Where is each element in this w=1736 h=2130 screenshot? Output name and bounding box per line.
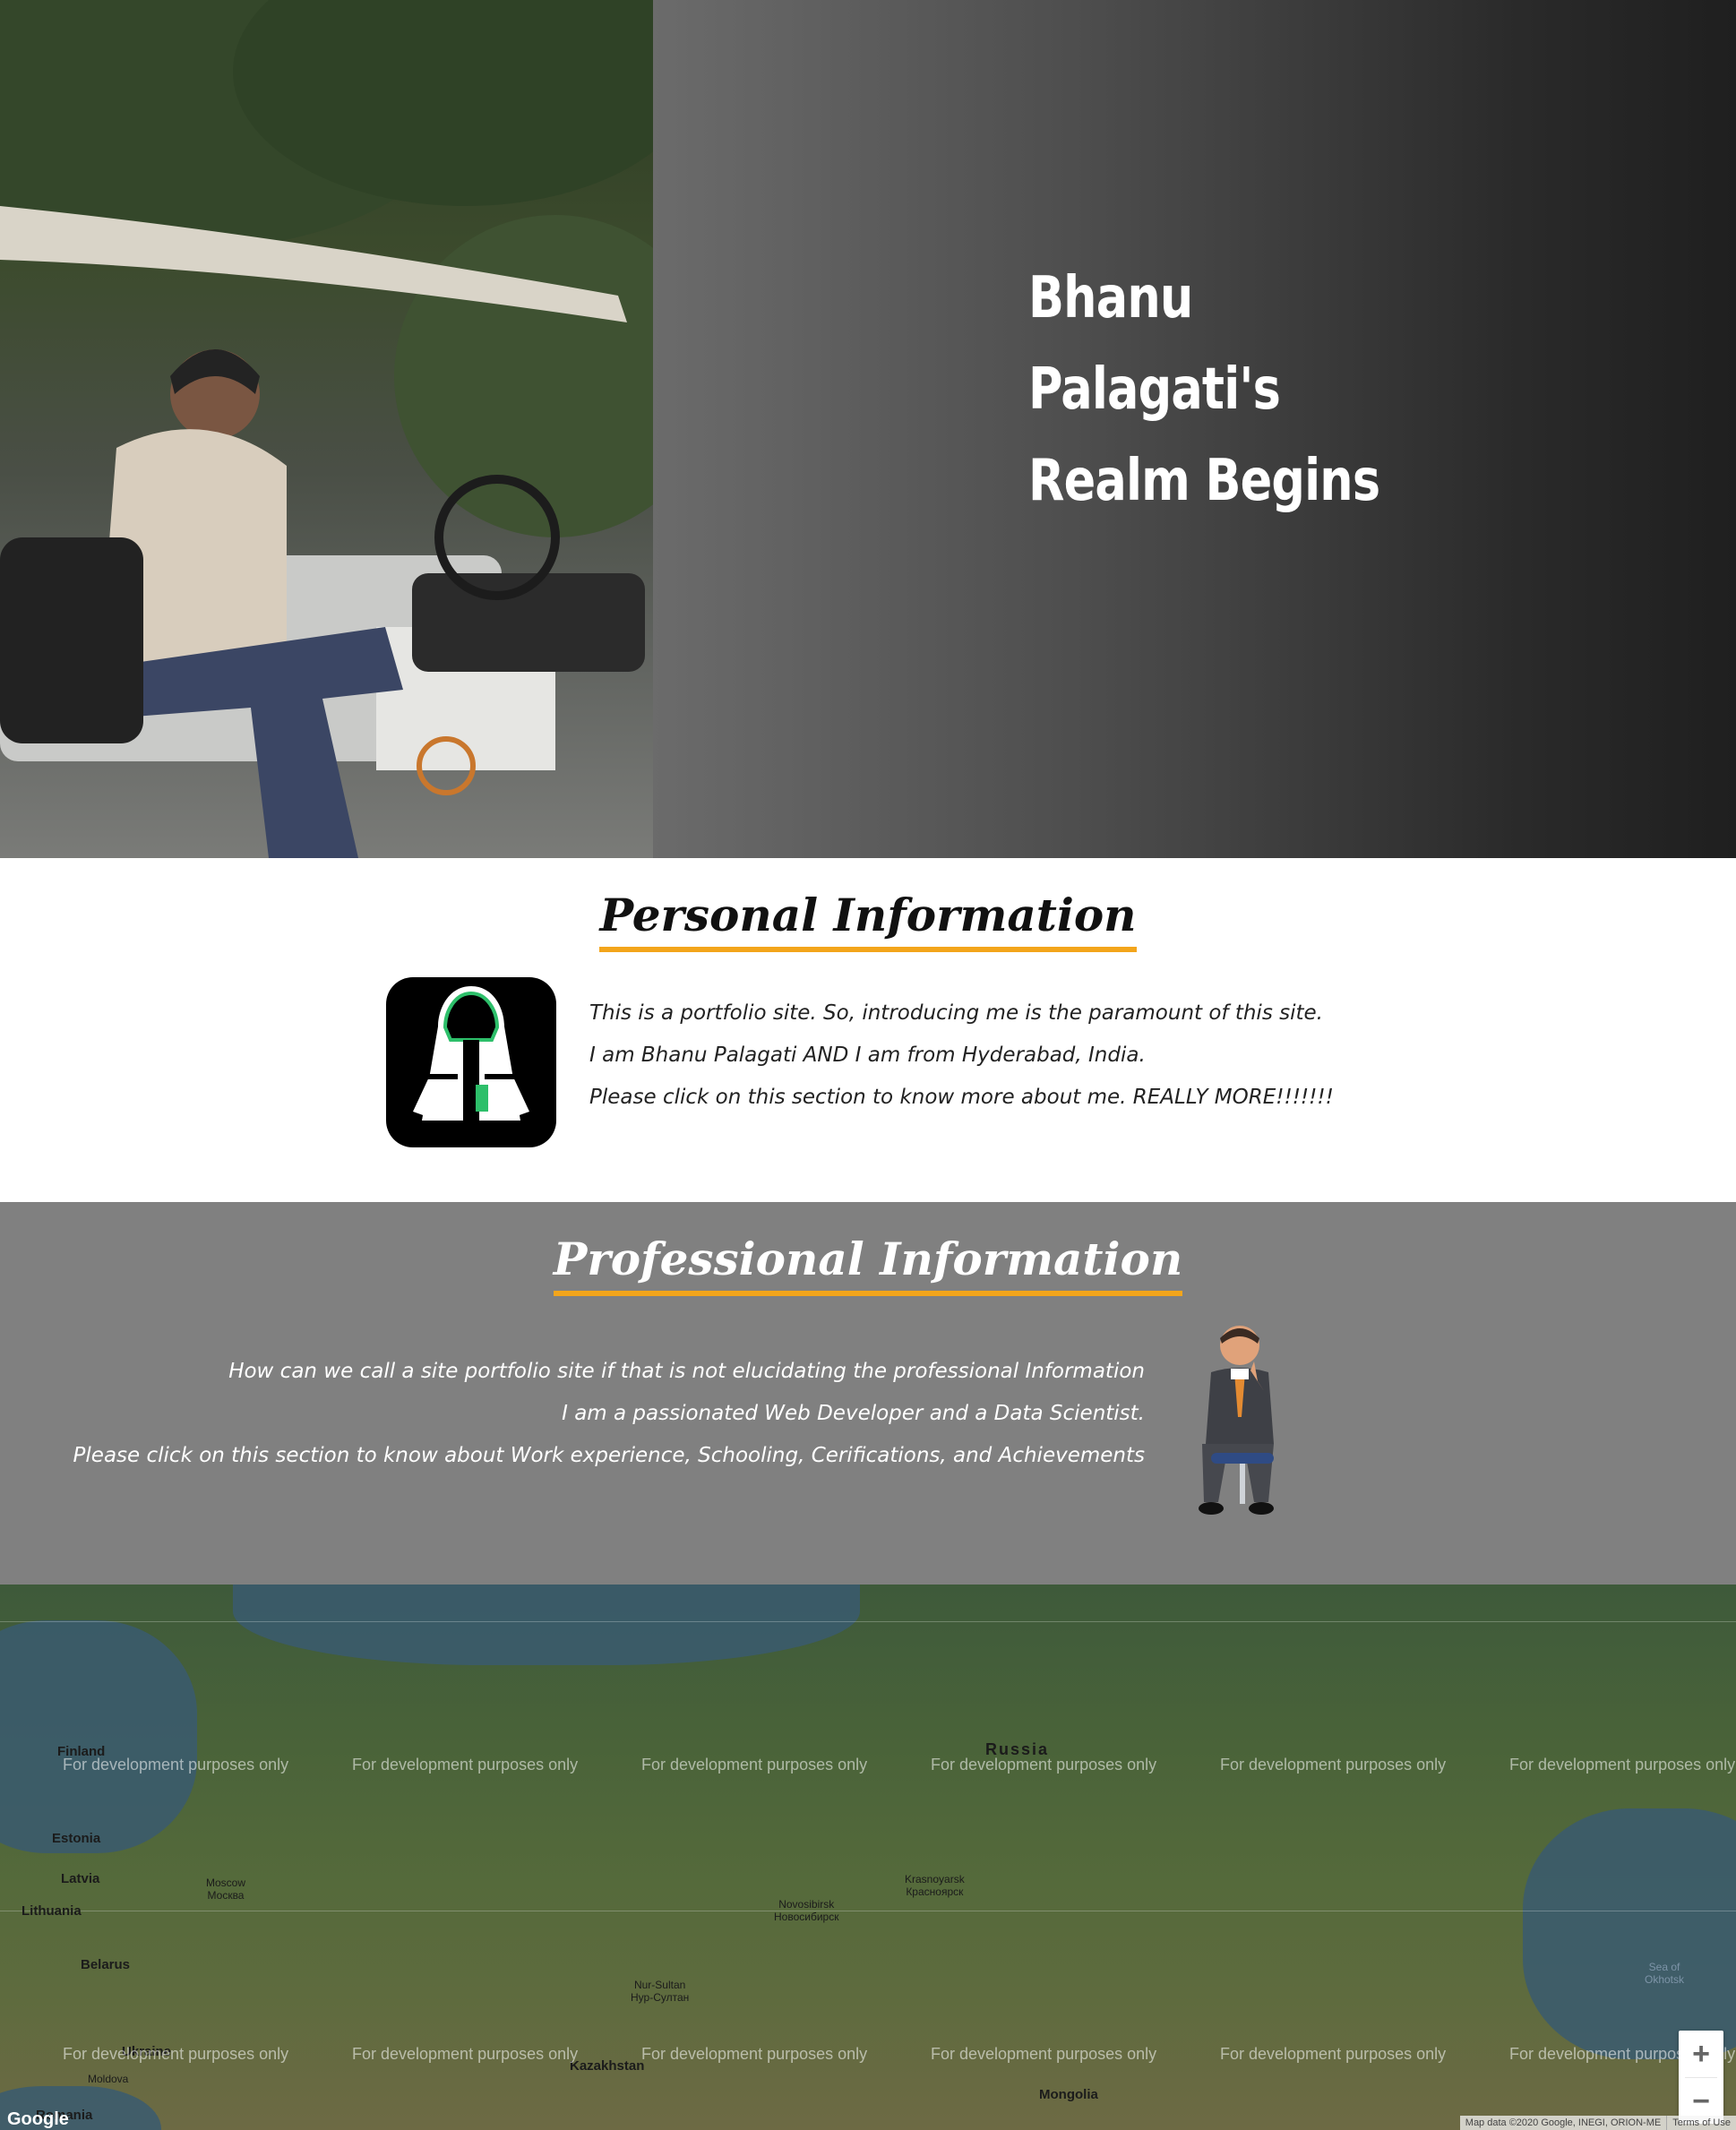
map-zoom-controls: + − [1679, 2031, 1723, 2124]
personal-info-line-2: I am Bhanu Palagati AND I am from Hydera… [589, 1044, 1146, 1067]
map-label-nur-sultan-en: Nur-Sultan [633, 1979, 686, 1991]
dev-watermark: For development purposes only [63, 2045, 289, 2063]
map-label-krasnoyarsk-ru: Красноярск [906, 1885, 964, 1898]
location-map[interactable]: Finland Russia Estonia Latvia Lithuania … [0, 1585, 1736, 2130]
map-label-krasnoyarsk: Krasnoyarsk Красноярск [905, 1873, 965, 1898]
businessman-avatar-icon [1175, 1318, 1292, 1533]
hero-section: Bhanu Palagati's Realm Begins [0, 0, 1736, 858]
dev-watermark: For development purposes only [931, 1756, 1157, 1774]
map-water-arctic [233, 1585, 860, 1665]
professional-info-section[interactable]: Professional Information How can we call… [0, 1202, 1736, 1585]
personal-info-line-1: This is a portfolio site. So, introducin… [589, 1001, 1323, 1025]
map-label-latvia: Latvia [61, 1871, 100, 1886]
hero-title-line-3: Realm Begins [1028, 448, 1380, 514]
map-label-kazakhstan: Kazakhstan [570, 2058, 645, 2074]
map-label-novosibirsk: Novosibirsk Новосибирск [774, 1898, 838, 1923]
map-label-sea-okhotsk-2: Okhotsk [1645, 1973, 1685, 1986]
google-logo[interactable]: Google [7, 2109, 69, 2130]
map-label-mongolia: Mongolia [1039, 2087, 1098, 2102]
hero-title-line-1: Bhanu [1028, 265, 1193, 331]
zoom-in-button[interactable]: + [1679, 2031, 1723, 2077]
map-data-attribution: Map data ©2020 Google, INEGI, ORION-ME [1465, 2117, 1662, 2128]
map-label-novosibirsk-en: Novosibirsk [778, 1898, 835, 1911]
map-label-nur-sultan: Nur-Sultan Нур-Султан [631, 1979, 689, 2004]
map-water-okhotsk [1523, 1808, 1736, 2059]
map-label-lithuania: Lithuania [21, 1903, 82, 1919]
dev-watermark: For development purposes only [352, 1756, 579, 1774]
map-label-nur-sultan-ru: Нур-Султан [631, 1991, 690, 2004]
map-gridline [0, 1621, 1736, 1622]
map-label-sea-okhotsk: Sea of Okhotsk [1645, 1961, 1684, 1986]
profile-photo [0, 0, 653, 858]
map-water-baltic [0, 1620, 197, 1853]
dev-watermark: For development purposes only [1220, 2045, 1447, 2063]
terms-of-use-link[interactable]: Terms of Use [1666, 2116, 1736, 2130]
map-label-moldova: Moldova [88, 2073, 129, 2085]
map-label-krasnoyarsk-en: Krasnoyarsk [905, 1873, 965, 1885]
hooded-figure-logo-icon [386, 977, 556, 1147]
map-label-moscow-en: Moscow [206, 1877, 246, 1889]
dev-watermark: For development purposes only [641, 1756, 868, 1774]
dev-watermark: For development purposes only [63, 1756, 289, 1774]
personal-info-heading: Personal Information [0, 889, 1736, 952]
map-label-sea-okhotsk-1: Sea of [1648, 1961, 1680, 1973]
personal-info-line-3: Please click on this section to know mor… [589, 1086, 1334, 1109]
hero-title-line-2: Palagati's [1028, 356, 1281, 423]
professional-info-text: How can we call a site portfolio site if… [73, 1351, 1145, 1477]
dev-watermark: For development purposes only [1220, 1756, 1447, 1774]
hero-title: Bhanu Palagati's Realm Begins [1028, 253, 1380, 527]
personal-info-text: This is a portfolio site. So, introducin… [589, 992, 1334, 1119]
personal-info-heading-text: Personal Information [599, 889, 1137, 952]
map-label-estonia: Estonia [52, 1831, 101, 1846]
professional-info-line-1: How can we call a site portfolio site if… [228, 1360, 1145, 1383]
profile-photo-illustration [0, 0, 653, 858]
professional-info-line-3: Please click on this section to know abo… [73, 1444, 1145, 1467]
map-label-moscow-ru: Москва [207, 1889, 245, 1902]
map-label-belarus: Belarus [81, 1957, 131, 1972]
professional-info-heading-text: Professional Information [553, 1232, 1183, 1296]
dev-watermark: For development purposes only [1509, 1756, 1736, 1774]
personal-info-section[interactable]: Personal Information This is a portfolio… [0, 858, 1736, 1202]
map-label-moscow: Moscow Москва [206, 1877, 245, 1902]
map-attribution: Map data ©2020 Google, INEGI, ORION-ME T… [1459, 2116, 1736, 2130]
professional-info-line-2: I am a passionated Web Developer and a D… [562, 1402, 1145, 1425]
dev-watermark: For development purposes only [352, 2045, 579, 2063]
professional-info-heading: Professional Information [0, 1232, 1736, 1296]
dev-watermark: For development purposes only [641, 2045, 868, 2063]
map-label-novosibirsk-ru: Новосибирск [774, 1911, 839, 1923]
dev-watermark: For development purposes only [931, 2045, 1157, 2063]
